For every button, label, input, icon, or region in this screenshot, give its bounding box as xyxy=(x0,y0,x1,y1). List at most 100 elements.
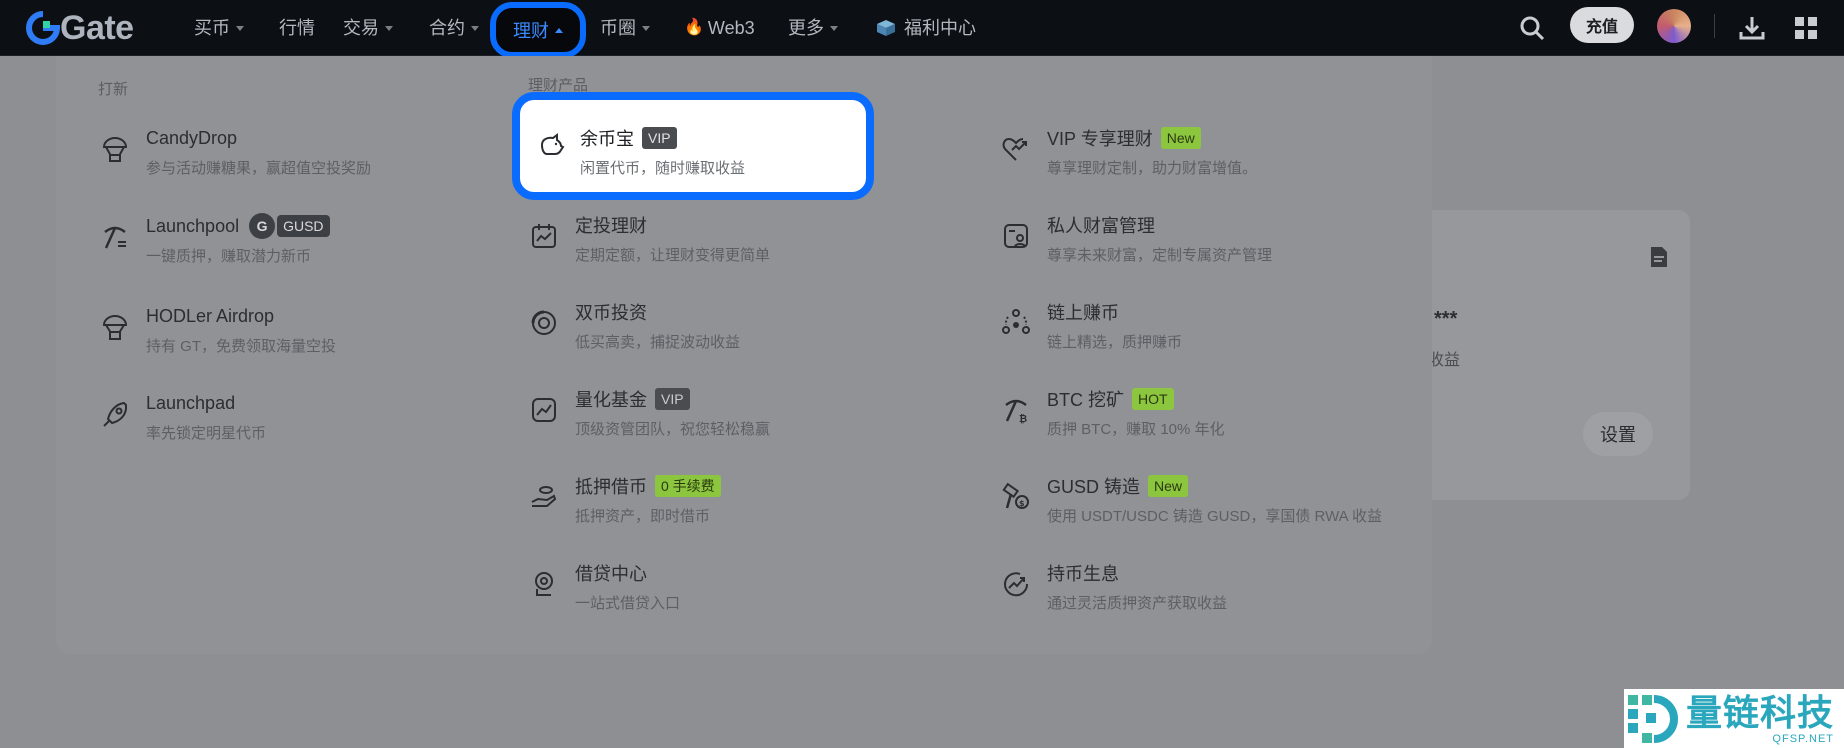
menu-item-candydrop[interactable]: CandyDrop 参与活动赚糖果，赢超值空投奖励 xyxy=(100,126,520,188)
nav-label: Web3 xyxy=(707,18,755,38)
vip-badge: VIP xyxy=(642,127,677,149)
menu-item-launchpool[interactable]: Launchpool G GUSD 一键质押，赚取潜力新币 xyxy=(100,213,520,276)
nav-label: 币圈 xyxy=(600,18,636,38)
menu-item-name: CandyDrop xyxy=(146,127,238,148)
chevron-down-icon xyxy=(642,25,650,31)
menu-item-name: BTC 挖矿 HOT xyxy=(1047,387,1174,411)
candy-parachute-icon xyxy=(102,137,128,162)
menu-item-crypto-loan[interactable]: 抵押借币 0 手续费 抵押资产，即时借币 xyxy=(529,474,949,536)
heart-growth-icon xyxy=(1002,137,1027,161)
menu-item-desc: 低买高卖，捕捉波动收益 xyxy=(575,334,741,351)
avatar[interactable] xyxy=(1657,9,1691,43)
menu-item-label: Launchpool xyxy=(146,215,240,236)
menu-item-desc: 一键质押，赚取潜力新币 xyxy=(146,248,312,265)
menu-item-vip-wealth[interactable]: VIP 专享理财 New 尊享理财定制，助力财富增值。 xyxy=(1001,126,1421,188)
chevron-up-icon xyxy=(555,27,563,33)
nav-buy-crypto[interactable]: 买币 xyxy=(194,14,244,42)
chevron-down-icon xyxy=(830,25,838,31)
svg-text:₿: ₿ xyxy=(1019,413,1027,425)
menu-item-auto-invest[interactable]: 定投理财 定期定额，让理财变得更简单 xyxy=(529,213,949,275)
document-icon[interactable] xyxy=(1649,246,1669,268)
nav-label: 行情 xyxy=(279,18,315,38)
nav-label: 理财 xyxy=(513,21,549,41)
growth-gauge-icon xyxy=(1004,572,1029,597)
menu-item-desc: 闲置代币，随时赚取收益 xyxy=(580,160,746,177)
menu-item-name: VIP 专享理财 New xyxy=(1047,126,1201,150)
rocket-icon xyxy=(103,401,128,427)
menu-item-dual-investment[interactable]: 双币投资 低买高卖，捕捉波动收益 xyxy=(529,300,949,362)
menu-item-desc: 使用 USDT/USDC 铸造 GUSD，享国债 RWA 收益 xyxy=(1047,508,1383,525)
menu-item-label: VIP 专享理财 xyxy=(1047,129,1153,149)
piggy-bank-icon xyxy=(540,133,565,155)
nav-futures[interactable]: 合约 xyxy=(429,14,479,42)
divider xyxy=(1714,14,1715,38)
menu-item-lending-center[interactable]: 借贷中心 一站式借贷入口 xyxy=(529,561,949,623)
nav-label: 交易 xyxy=(343,18,379,38)
search-button[interactable] xyxy=(1516,12,1548,44)
menu-item-btc-mining[interactable]: ₿ BTC 挖矿 HOT 质押 BTC，赚取 10% 年化 xyxy=(1001,387,1421,449)
nav-earn-active[interactable]: 理财 xyxy=(490,2,586,58)
grid-icon xyxy=(1795,17,1817,39)
vip-badge: VIP xyxy=(655,388,690,410)
nav-label: 合约 xyxy=(429,18,465,38)
fire-icon: 🔥 xyxy=(684,19,704,36)
mint-hammer-icon: $ xyxy=(1002,482,1029,509)
download-icon xyxy=(1739,17,1765,40)
menu-item-name: 链上赚币 xyxy=(1047,303,1119,323)
nav-rewards-center[interactable]: 福利中心 xyxy=(876,14,976,42)
menu-item-quant-fund[interactable]: 量化基金 VIP 顶级资管团队，祝您轻松稳赢 xyxy=(529,387,949,449)
menu-item-desc: 通过灵活质押资产获取收益 xyxy=(1047,595,1228,612)
menu-item-label: 抵押借币 xyxy=(575,477,647,497)
section-title-launch: 打新 xyxy=(98,81,129,98)
airdrop-parachute-icon xyxy=(102,315,128,340)
menu-item-name: Launchpad xyxy=(146,392,236,413)
zero-fee-badge: 0 手续费 xyxy=(655,475,721,497)
menu-item-desc: 质押 BTC，赚取 10% 年化 xyxy=(1047,421,1225,438)
menu-item-name: 借贷中心 xyxy=(575,564,647,584)
menu-item-desc: 尊享未来财富，定制专属资产管理 xyxy=(1047,247,1273,264)
menu-item-name: 抵押借币 0 手续费 xyxy=(575,474,721,498)
menu-item-label: 余币宝 xyxy=(580,129,634,149)
nav-label: 更多 xyxy=(788,18,824,38)
menu-item-hold-earn[interactable]: 持币生息 通过灵活质押资产获取收益 xyxy=(1001,561,1421,623)
nav-label: 福利中心 xyxy=(904,18,976,38)
svg-text:$: $ xyxy=(1019,499,1025,508)
menu-item-name: Launchpool G GUSD xyxy=(146,213,330,239)
menu-item-desc: 一站式借贷入口 xyxy=(575,595,681,612)
chevron-down-icon xyxy=(236,25,244,31)
menu-item-launchpad[interactable]: Launchpad 率先锁定明星代币 xyxy=(100,391,520,453)
settings-button[interactable]: 设置 xyxy=(1583,412,1653,456)
menu-item-desc: 定期定额，让理财变得更简单 xyxy=(575,247,771,264)
top-navigation: Gate 买币 行情 交易 合约 理财 币圈 🔥 Web3 更多 福利中心 充值 xyxy=(0,0,1844,58)
pickaxe-icon xyxy=(104,226,126,249)
nav-more[interactable]: 更多 xyxy=(788,14,838,42)
menu-item-label: 量化基金 xyxy=(575,390,647,410)
nav-trade[interactable]: 交易 xyxy=(343,14,393,42)
apps-menu-button[interactable] xyxy=(1790,12,1822,44)
menu-item-desc: 抵押资产，即时借币 xyxy=(575,508,711,525)
hand-coin-icon xyxy=(531,486,557,507)
nav-web3[interactable]: 🔥 Web3 xyxy=(684,14,755,42)
nav-label: 买币 xyxy=(194,18,230,38)
menu-item-onchain-earn[interactable]: 链上赚币 链上精选，质押赚币 xyxy=(1001,300,1421,362)
menu-item-name: 私人财富管理 xyxy=(1047,216,1155,236)
menu-item-hodler-airdrop[interactable]: HODLer Airdrop 持有 GT，免费领取海量空投 xyxy=(100,304,520,366)
nav-markets[interactable]: 行情 xyxy=(279,14,315,42)
chevron-down-icon xyxy=(471,25,479,31)
gusd-coin-icon: G xyxy=(249,213,276,239)
menu-item-private-wealth[interactable]: 私人财富管理 尊享未来财富，定制专属资产管理 xyxy=(1001,213,1421,275)
menu-item-name: 定投理财 xyxy=(575,216,647,236)
menu-item-simple-earn-highlighted[interactable]: 余币宝 VIP 闲置代币，随时赚取收益 xyxy=(512,92,874,200)
menu-item-gusd-mint[interactable]: $ GUSD 铸造 New 使用 USDT/USDC 铸造 GUSD，享国债 R… xyxy=(1001,474,1421,536)
chain-nodes-icon xyxy=(1002,309,1030,334)
deposit-button[interactable]: 充值 xyxy=(1570,7,1634,43)
menu-item-desc: 顶级资管团队，祝您轻松稳赢 xyxy=(575,421,771,438)
menu-item-desc: 尊享理财定制，助力财富增值。 xyxy=(1047,160,1258,177)
gate-logo[interactable]: Gate xyxy=(26,8,134,48)
download-button[interactable] xyxy=(1736,12,1768,44)
nav-crypto-circle[interactable]: 币圈 xyxy=(600,14,650,42)
income-label: 收益 xyxy=(1428,352,1461,369)
menu-item-name: 双币投资 xyxy=(575,303,647,323)
watermark-logo-icon xyxy=(1628,694,1678,743)
new-badge: New xyxy=(1148,475,1189,497)
